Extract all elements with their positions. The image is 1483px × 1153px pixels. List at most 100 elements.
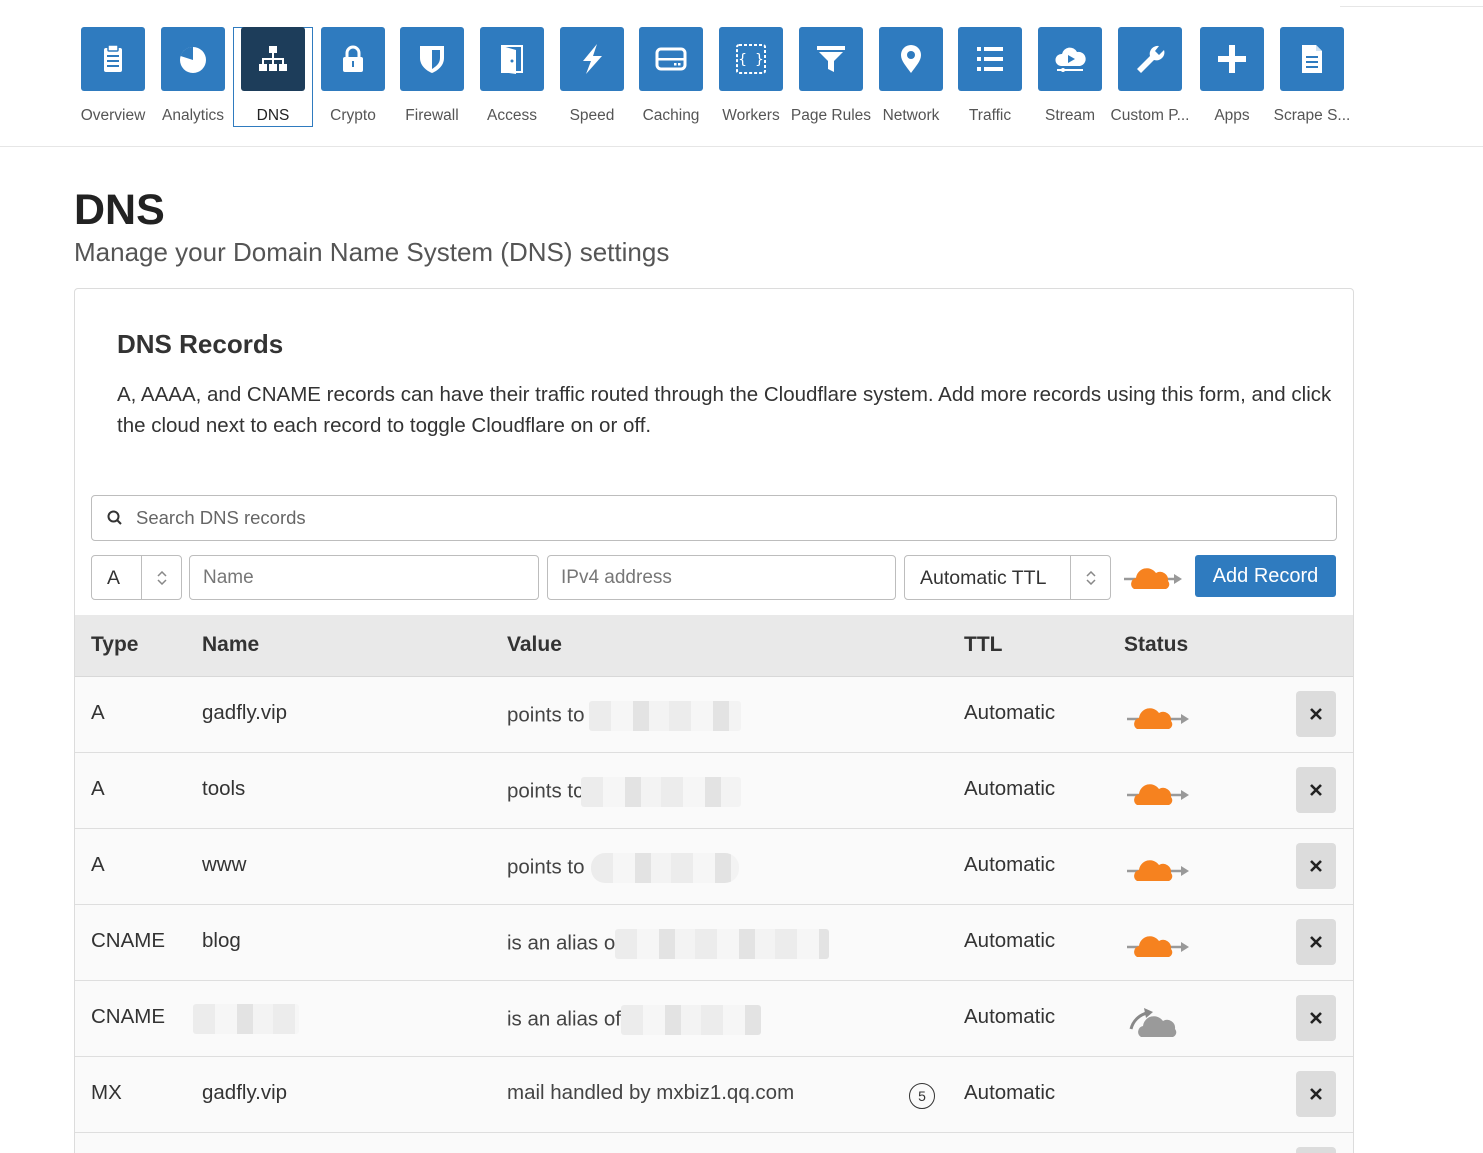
record-value[interactable]: mail handled by mxbiz1.qq.com <box>507 1081 794 1105</box>
redacted-name[interactable] <box>193 1004 299 1034</box>
record-name[interactable]: gadfly.vip <box>202 1081 287 1105</box>
record-type: CNAME <box>91 929 166 952</box>
delete-record-button[interactable] <box>1296 843 1336 889</box>
ipv4-address-field[interactable] <box>561 565 861 591</box>
column-header-status: Status <box>1124 633 1189 656</box>
redacted-value <box>614 929 829 959</box>
page-subtitle: Manage your Domain Name System (DNS) set… <box>74 237 670 267</box>
record-type: A <box>91 777 105 800</box>
card-description: A, AAAA, and CNAME records can have thei… <box>117 383 1332 437</box>
close-icon <box>1310 784 1322 796</box>
name-field[interactable] <box>203 565 503 591</box>
record-ttl[interactable]: Automatic <box>964 777 1055 801</box>
nav-label: Caching <box>642 107 700 124</box>
record-value[interactable]: points to <box>507 701 741 731</box>
nav-item-scrape-shield[interactable]: Scrape S... <box>1272 27 1352 127</box>
record-ttl[interactable]: Automatic <box>964 1005 1055 1029</box>
divider <box>1340 6 1483 7</box>
plus-icon <box>1200 27 1264 91</box>
record-value-text: is an alias of <box>507 931 621 955</box>
record-name[interactable]: blog <box>202 929 241 953</box>
add-record-button[interactable]: Add Record <box>1195 555 1336 597</box>
hard-drive-icon <box>639 27 703 91</box>
nav-item-apps[interactable]: Apps <box>1192 27 1272 127</box>
delete-record-button[interactable] <box>1296 995 1336 1041</box>
table-row: A tools points tc Automatic <box>75 753 1353 829</box>
nav-label: Stream <box>1045 107 1095 124</box>
ttl-select-value: Automatic TTL <box>920 567 1047 589</box>
search-input[interactable] <box>136 504 1316 532</box>
nav-item-dns[interactable]: DNS <box>233 27 313 127</box>
list-icon <box>958 27 1022 91</box>
shield-icon <box>400 27 464 91</box>
close-icon <box>1310 936 1322 948</box>
nav-item-crypto[interactable]: Crypto <box>313 27 393 127</box>
table-row: A www points to Automatic <box>75 829 1353 905</box>
column-header-type: Type <box>91 633 139 656</box>
cloud-proxied-icon[interactable] <box>1125 699 1193 735</box>
nav-label: Firewall <box>405 107 459 124</box>
delete-record-button[interactable] <box>1296 691 1336 737</box>
record-type: MX <box>91 1081 122 1104</box>
record-value[interactable]: points tc <box>507 777 742 807</box>
close-icon <box>1310 708 1322 720</box>
record-name[interactable]: www <box>202 853 246 877</box>
nav-item-stream[interactable]: Stream <box>1030 27 1110 127</box>
cloud-dns-only-icon[interactable] <box>1125 1003 1193 1039</box>
wrench-icon <box>1118 27 1182 91</box>
top-nav: Overview Analytics DNS Crypto Firewall A… <box>0 0 1483 147</box>
redacted-value <box>588 701 741 731</box>
nav-item-custom-pages[interactable]: Custom P... <box>1110 27 1190 127</box>
record-ttl[interactable]: Automatic <box>964 929 1055 953</box>
nav-item-analytics[interactable]: Analytics <box>153 27 233 127</box>
filter-icon <box>799 27 863 91</box>
priority-badge: 5 <box>909 1083 935 1109</box>
nav-item-access[interactable]: Access <box>472 27 552 127</box>
nav-label: Overview <box>80 107 146 124</box>
nav-item-page-rules[interactable]: Page Rules <box>791 27 871 127</box>
record-value[interactable]: points to <box>507 853 739 883</box>
record-ttl[interactable]: Automatic <box>964 1081 1055 1105</box>
cloud-proxied-icon[interactable] <box>1125 775 1193 811</box>
cloud-proxied-icon[interactable] <box>1122 563 1188 593</box>
cloud-proxied-icon[interactable] <box>1125 851 1193 887</box>
delete-record-button[interactable] <box>1296 767 1336 813</box>
delete-record-button[interactable] <box>1296 1147 1336 1153</box>
nav-label: Traffic <box>968 107 1012 124</box>
nav-item-speed[interactable]: Speed <box>552 27 632 127</box>
record-type: CNAME <box>91 1005 166 1028</box>
card-title: DNS Records <box>117 329 284 359</box>
record-ttl[interactable]: Automatic <box>964 853 1055 877</box>
search-icon <box>107 510 122 525</box>
type-select[interactable]: A <box>91 555 182 600</box>
record-ttl[interactable]: Automatic <box>964 701 1055 725</box>
table-row <box>75 1133 1353 1153</box>
close-icon <box>1310 1012 1322 1024</box>
cloud-proxied-icon[interactable] <box>1125 927 1193 963</box>
nav-label: Scrape S... <box>1273 107 1351 124</box>
nav-item-firewall[interactable]: Firewall <box>392 27 472 127</box>
nav-label: DNS <box>256 107 290 124</box>
delete-record-button[interactable] <box>1296 919 1336 965</box>
dns-records-card: DNS Records A, AAAA, and CNAME records c… <box>74 288 1354 1153</box>
table-row: A gadfly.vip points to Automatic <box>75 677 1353 753</box>
search-box <box>91 495 1337 541</box>
nav-label: Page Rules <box>790 107 872 124</box>
nav-item-traffic[interactable]: Traffic <box>950 27 1030 127</box>
nav-item-caching[interactable]: Caching <box>631 27 711 127</box>
record-value-text: points tc <box>507 779 584 803</box>
nav-item-overview[interactable]: Overview <box>73 27 153 127</box>
delete-record-button[interactable] <box>1296 1071 1336 1117</box>
record-value[interactable]: is an alias of <box>507 929 829 959</box>
nav-label: Access <box>487 107 537 124</box>
ttl-select[interactable]: Automatic TTL <box>904 555 1111 600</box>
record-name[interactable]: gadfly.vip <box>202 701 287 725</box>
table-row: MX gadfly.vip mail handled by mxbiz1.qq.… <box>75 1057 1353 1133</box>
nav-item-workers[interactable]: { } Workers <box>711 27 791 127</box>
record-value[interactable]: is an alias of <box>507 1005 761 1035</box>
record-name[interactable]: tools <box>202 777 245 801</box>
record-value-text: is an alias of <box>507 1007 621 1031</box>
nav-item-network[interactable]: Network <box>871 27 951 127</box>
code-braces-icon: { } <box>719 27 783 91</box>
name-field-wrapper <box>189 555 539 600</box>
